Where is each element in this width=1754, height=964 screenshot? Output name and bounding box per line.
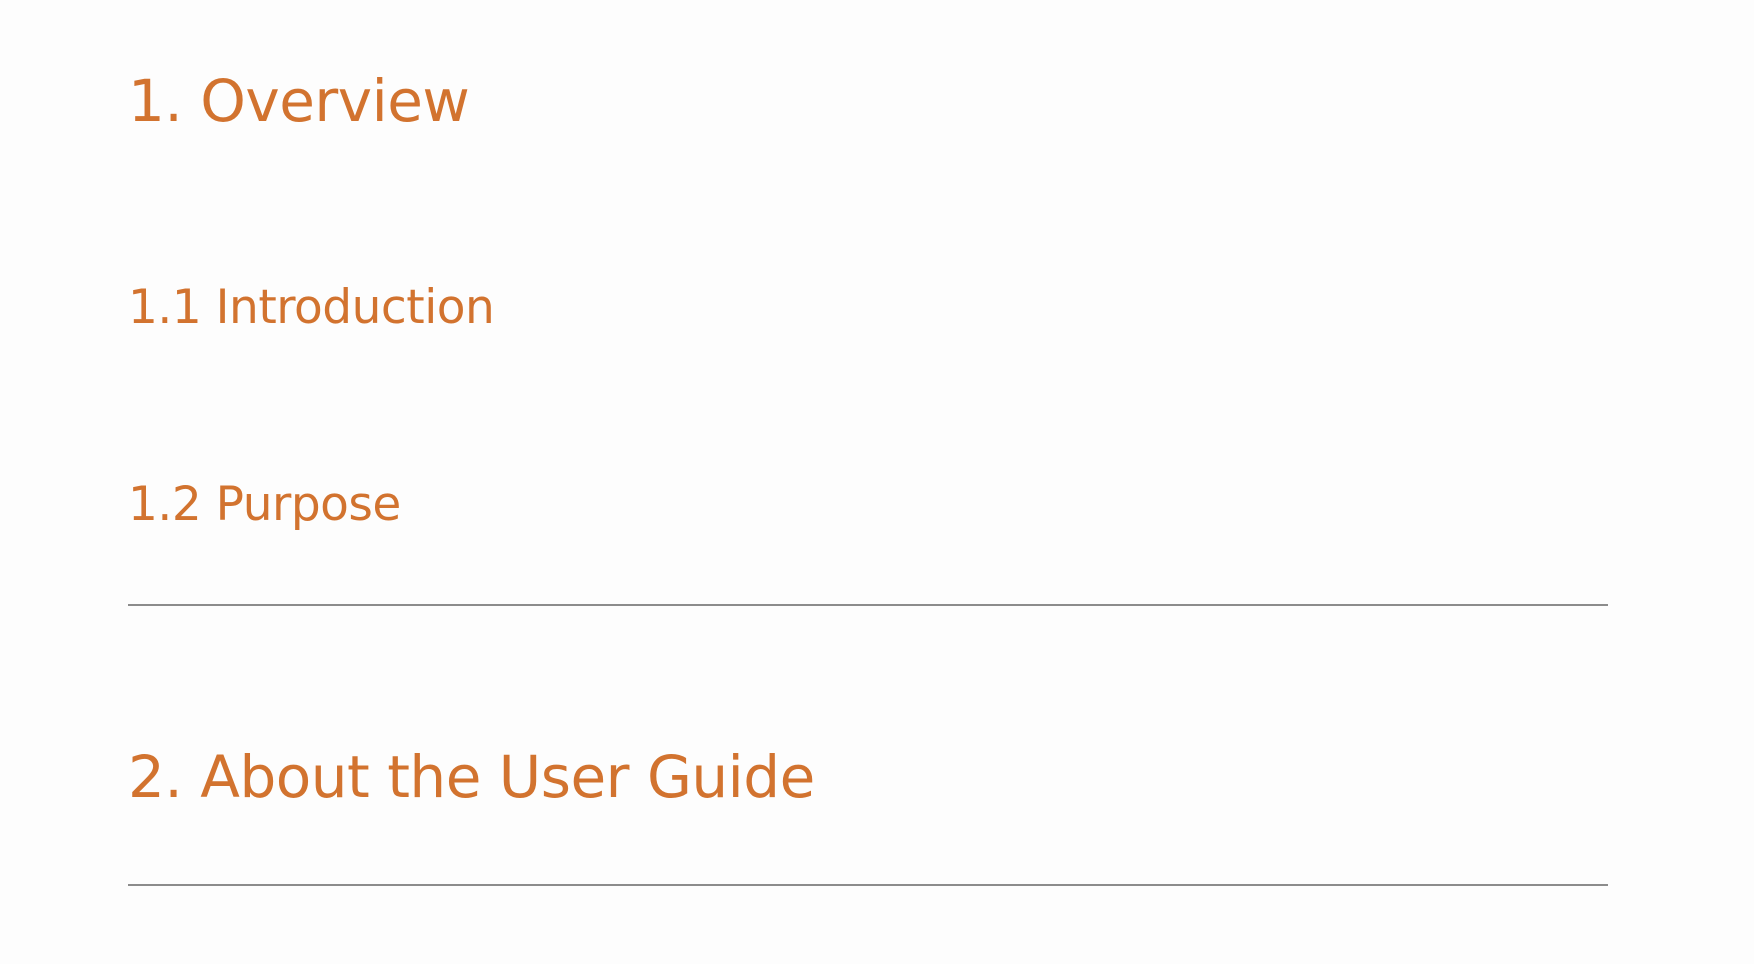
section-heading-about-user-guide: 2. About the User Guide	[128, 743, 815, 811]
document-page: 1. Overview 1.1 Introduction 1.2 Purpose…	[0, 0, 1754, 964]
section-divider	[128, 884, 1608, 886]
subsection-heading-purpose: 1.2 Purpose	[128, 477, 401, 532]
section-divider	[128, 604, 1608, 606]
section-heading-overview: 1. Overview	[128, 67, 470, 135]
subsection-heading-introduction: 1.1 Introduction	[128, 280, 495, 335]
